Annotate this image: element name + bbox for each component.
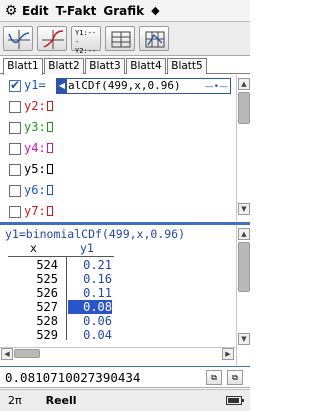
function-row-y7[interactable]: y7: [0, 201, 236, 221]
scroll-thumb[interactable] [238, 92, 250, 124]
table-cell-x[interactable]: 527 [8, 300, 58, 314]
function-checkbox-y3[interactable] [9, 122, 21, 134]
sheet-tabs: Blatt1 Blatt2 Blatt3 Blatt4 Blatt5 [0, 57, 250, 75]
gear-icon[interactable]: ⚙ [0, 3, 22, 19]
entry-value[interactable]: 0.0810710027390434 [5, 370, 140, 385]
table-cell-y[interactable]: 0.21 [68, 258, 112, 272]
function-label-y1: y1= [24, 78, 46, 92]
tab-blatt4[interactable]: Blatt4 [126, 58, 166, 74]
table-cell-x[interactable]: 525 [8, 272, 58, 286]
function-checkbox-y2[interactable] [9, 101, 21, 113]
scroll-thumb[interactable] [238, 242, 250, 292]
graph-view-split-icon[interactable] [37, 26, 67, 51]
tab-blatt1[interactable]: Blatt1 [3, 58, 43, 75]
table-function-text: y1=binomialCDf(499,x,0.96) [5, 227, 186, 241]
function-row-y4[interactable]: y4: [0, 138, 236, 160]
table-cell-y[interactable]: 0.06 [68, 314, 112, 328]
battery-icon [226, 396, 244, 405]
table-cell-y[interactable]: 0.04 [68, 328, 112, 342]
scroll-left-icon[interactable]: ◀ [1, 348, 13, 360]
table-horizontal-scrollbar[interactable]: ◀ ▶ [0, 347, 236, 360]
function-checkbox-y6[interactable] [9, 185, 21, 197]
entry-line[interactable]: 0.0810710027390434 ⧉ ⧉ [0, 366, 250, 388]
table-cell-x[interactable]: 526 [8, 286, 58, 300]
status-bar: 2π Reell [0, 389, 250, 411]
function-row-y5[interactable]: y5: [0, 159, 236, 181]
empty-expression-box [46, 101, 53, 111]
function-row-y1[interactable]: y1= ◀ alCDf(499,x,0.96) —•— [0, 75, 236, 97]
function-row-y3[interactable]: y3: [0, 117, 236, 139]
tab-blatt5[interactable]: Blatt5 [167, 58, 207, 74]
scroll-thumb[interactable] [14, 349, 40, 358]
scroll-up-icon[interactable]: ▲ [238, 78, 250, 90]
column-header-x[interactable]: x [30, 241, 37, 255]
function-row-y6[interactable]: y6: [0, 180, 236, 202]
toolbar: Y1:---Y2:--- [0, 22, 250, 64]
table-cell-y[interactable]: 0.16 [68, 272, 112, 286]
copy-icon[interactable]: ⧉ [206, 370, 222, 385]
scroll-down-icon[interactable]: ▼ [238, 333, 250, 345]
scroll-left-icon[interactable]: ◀ [57, 79, 67, 93]
table-pane: y1=binomialCDf(499,x,0.96) x y1 524 0.21… [0, 225, 250, 365]
more-menu-icon[interactable]: ◆ [151, 4, 159, 17]
menu-grafik[interactable]: Grafik [103, 4, 144, 18]
function-checkbox-y1[interactable] [9, 78, 21, 92]
table-vertical-scrollbar[interactable]: ▲ ▼ [236, 225, 250, 365]
tab-blatt3[interactable]: Blatt3 [85, 58, 125, 74]
graph-view-icon[interactable] [3, 26, 33, 51]
empty-expression-box [46, 122, 53, 132]
empty-expression-box [46, 185, 53, 195]
header-divider [8, 256, 114, 257]
menu-t-fakt[interactable]: T-Fakt [56, 4, 97, 18]
menu-edit[interactable]: Edit [22, 4, 49, 18]
function-list-scrollbar[interactable]: ▲ ▼ [236, 75, 250, 221]
scroll-down-icon[interactable]: ▼ [238, 203, 250, 215]
function-list: y1= ◀ alCDf(499,x,0.96) —•— y2: y3: y4: … [0, 75, 236, 221]
menu-bar: ⚙ Edit T-Fakt Grafik ◆ [0, 0, 250, 22]
number-mode: Reell [45, 394, 77, 407]
table-view-alt-icon[interactable] [139, 26, 169, 51]
scroll-right-icon[interactable]: ▶ [222, 348, 234, 360]
scroll-up-icon[interactable]: ▲ [238, 228, 250, 240]
table-cell-x[interactable]: 529 [8, 328, 58, 342]
function-checkbox-y7[interactable] [9, 206, 21, 218]
tab-blatt2[interactable]: Blatt2 [44, 58, 84, 74]
table-cell-x[interactable]: 528 [8, 314, 58, 328]
function-checkbox-y4[interactable] [9, 143, 21, 155]
function-expression-y1[interactable]: ◀ alCDf(499,x,0.96) —•— [56, 78, 231, 94]
column-header-y1[interactable]: y1 [80, 241, 94, 255]
angle-mode: 2π [8, 394, 22, 407]
function-checkbox-y5[interactable] [9, 164, 21, 176]
table-cell-y[interactable]: 0.11 [68, 286, 112, 300]
function-row-y2[interactable]: y2: [0, 96, 236, 118]
empty-expression-box [46, 206, 53, 216]
column-divider [66, 256, 67, 340]
empty-expression-box [46, 143, 53, 153]
function-list-y1-icon[interactable]: Y1:---Y2:--- [71, 26, 101, 64]
table-view-icon[interactable] [105, 26, 135, 51]
line-style-icon: —•— [204, 82, 228, 92]
table-cell-x[interactable]: 524 [8, 258, 58, 272]
table-cell-y-selected[interactable]: 0.08 [68, 300, 112, 314]
paste-icon[interactable]: ⧉ [227, 370, 243, 385]
empty-expression-box [46, 164, 53, 174]
